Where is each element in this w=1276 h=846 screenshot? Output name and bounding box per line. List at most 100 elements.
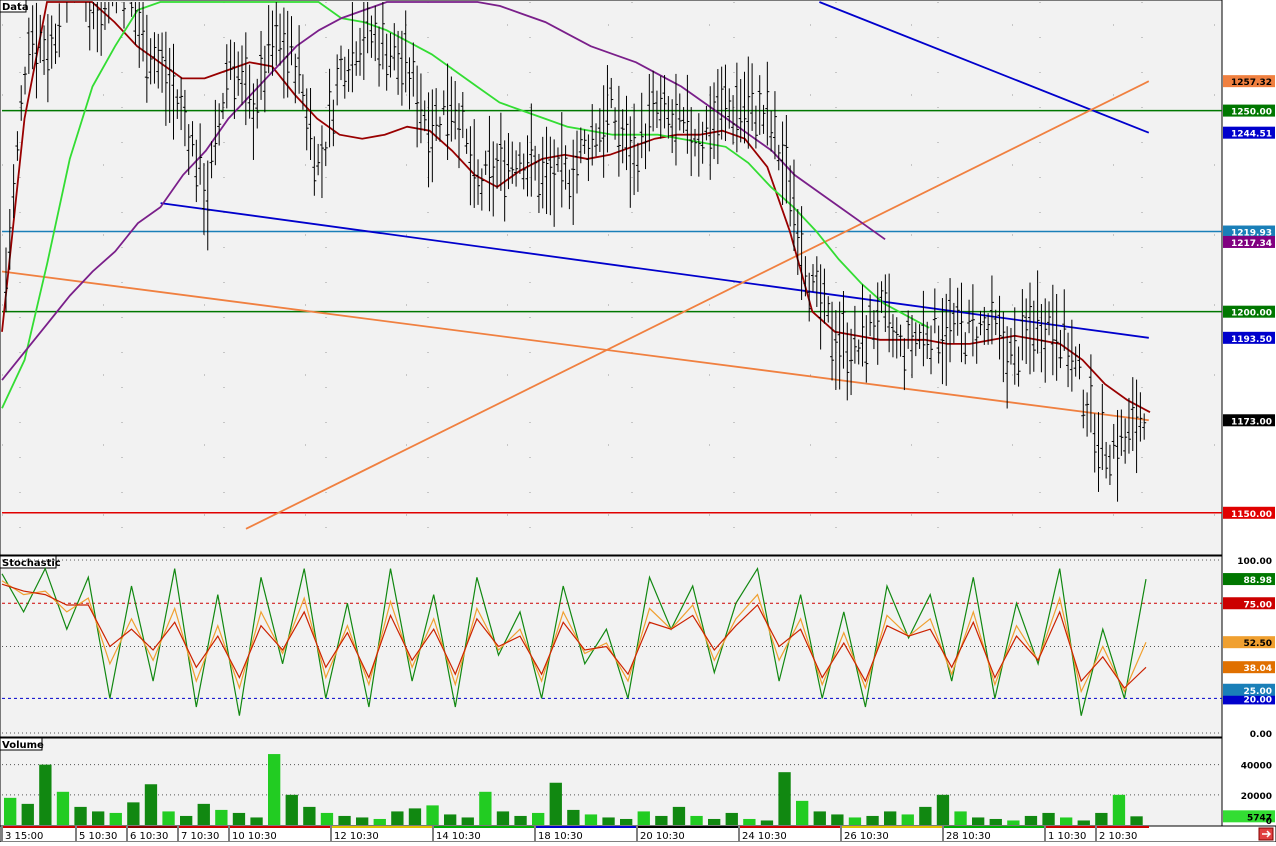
volume-bar [725, 812, 738, 825]
time-axis-label: 2 10:30 [1099, 831, 1137, 842]
volume-bar [56, 791, 70, 825]
price-axis-label: 1173.00 [1231, 417, 1272, 427]
price-axis-label: 1217.34 [1231, 239, 1272, 249]
scroll-right-button[interactable] [1258, 827, 1274, 841]
volume-bar [743, 818, 756, 825]
time-axis-label: 6 10:30 [130, 831, 168, 842]
volume-bar [567, 809, 580, 825]
time-axis-label: 26 10:30 [844, 831, 889, 842]
volume-bar [338, 815, 351, 825]
stochastic-value-label: 88.98 [1244, 576, 1272, 586]
volume-bar [127, 802, 140, 825]
volume-bar [549, 782, 562, 825]
volume-bar [373, 818, 386, 825]
volume-bar [1095, 812, 1108, 825]
time-axis-session-bar [944, 826, 1044, 828]
stochastic-axis-tick: 0.00 [1250, 730, 1272, 740]
volume-bar [884, 811, 897, 825]
time-axis-session-bar [1097, 826, 1149, 828]
time-axis-label: 24 10:30 [742, 831, 787, 842]
volume-bar [215, 809, 228, 825]
time-axis-label: 7 10:30 [181, 831, 219, 842]
volume-bar [1042, 812, 1055, 825]
volume-bar [391, 811, 404, 825]
price-axis-label: 1200.00 [1231, 309, 1272, 319]
volume-axis-tick: 40000 [1241, 762, 1272, 772]
stochastic-value-label: 25.00 [1244, 687, 1272, 697]
chart-svg: Data Stochastic Volume 1257.321250.00124… [0, 0, 1276, 843]
stochastic-axis-tick: 100.00 [1237, 557, 1272, 567]
time-axis-label: 1 10:30 [1048, 831, 1086, 842]
volume-bar [1112, 794, 1126, 825]
price-axis-label: 1244.51 [1231, 130, 1272, 140]
time-axis-session-bar [842, 826, 942, 828]
volume-bar [1060, 817, 1073, 825]
time-axis-session-bar [536, 826, 636, 828]
volume-bar [426, 805, 439, 825]
volume-panel: Volume [0, 737, 1223, 827]
volume-bar [1077, 820, 1090, 825]
volume-bar [74, 806, 87, 825]
volume-value-label: 0 [1266, 817, 1272, 827]
volume-bar [866, 815, 879, 825]
volume-bar [708, 818, 721, 825]
time-axis-session-bar [3, 826, 75, 828]
time-axis-label: 14 10:30 [436, 831, 481, 842]
stochastic-level-label: 20.00 [1244, 695, 1272, 705]
volume-bar [144, 784, 158, 825]
volume-bar [760, 820, 774, 825]
price-axis-label: 1193.50 [1231, 335, 1272, 345]
volume-bar [162, 811, 175, 825]
volume-bar [197, 803, 210, 825]
time-axis-label: 3 15:00 [5, 831, 43, 842]
volume-bar [39, 764, 52, 825]
volume-bar [232, 812, 246, 825]
volume-bar [250, 817, 263, 825]
price-axis-label: 1150.00 [1231, 510, 1272, 520]
volume-bar [848, 817, 862, 825]
volume-bar [1130, 816, 1143, 825]
time-axis-label: 20 10:30 [640, 831, 685, 842]
time-axis-label: 18 10:30 [538, 831, 583, 842]
chart: Data Stochastic Volume 1257.32 1250.00 124… [0, 0, 1276, 843]
time-axis-label: 12 10:30 [334, 831, 379, 842]
volume-bar [532, 812, 545, 825]
volume-bar [778, 772, 791, 825]
volume-bar [444, 814, 457, 825]
volume-bar [180, 815, 193, 825]
volume-bar [21, 803, 34, 825]
time-axis-session-bar [128, 826, 177, 828]
volume-bar [813, 811, 826, 825]
time-axis-session-bar [332, 826, 432, 828]
time-axis-session-bar [77, 826, 126, 828]
volume-bar [109, 812, 122, 825]
time-axis-session-bar [230, 826, 330, 828]
volume-bar [268, 754, 281, 825]
volume-bar [461, 817, 474, 825]
time-axis-label: 10 10:30 [232, 831, 277, 842]
volume-bar [408, 808, 422, 825]
price-panel-title: Data [2, 2, 29, 13]
stochastic-level-label: 75.00 [1244, 600, 1272, 610]
volume-bar [1007, 820, 1020, 825]
time-axis-session-bar [740, 826, 840, 828]
time-axis-label: 5 10:30 [79, 831, 117, 842]
volume-bar [901, 814, 914, 825]
volume-bar [4, 797, 17, 825]
volume-bar [672, 806, 686, 825]
volume-bar [496, 811, 510, 825]
time-axis-session-bar [638, 826, 738, 828]
time-axis-session-bar [1046, 826, 1095, 828]
volume-bar [356, 817, 369, 825]
volume-bar [514, 815, 527, 825]
time-axis-session-bar [434, 826, 534, 828]
stochastic-value-label: 52.50 [1244, 639, 1272, 649]
volume-bar [989, 818, 1002, 825]
volume-bar [831, 814, 844, 825]
volume-bar [602, 817, 615, 825]
volume-bar [972, 817, 985, 825]
volume-bar [1024, 815, 1038, 825]
time-axis-label: 28 10:30 [946, 831, 991, 842]
volume-bar [584, 814, 598, 825]
price-axis-label: 1250.00 [1231, 108, 1272, 118]
